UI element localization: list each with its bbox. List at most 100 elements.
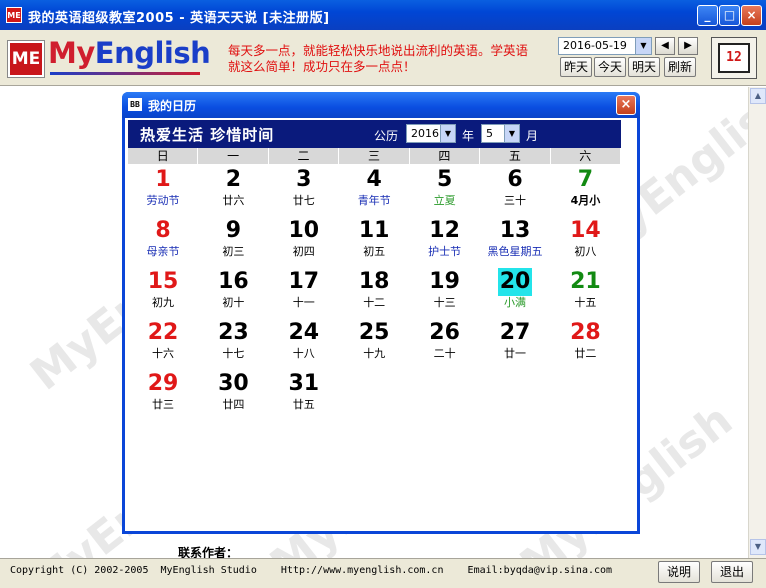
scroll-down-icon[interactable]: ▼ (750, 539, 766, 555)
calendar-day-cell[interactable]: 22 十六 (128, 319, 198, 369)
calendar-day-cell[interactable]: 6 三十 (480, 166, 550, 216)
lunar-label: 初十 (222, 296, 245, 309)
calendar-day-cell[interactable]: 18 十二 (339, 268, 409, 318)
day-number: 28 (570, 320, 601, 345)
chevron-down-icon[interactable]: ▼ (504, 125, 519, 142)
refresh-button[interactable]: 刷新 (664, 57, 696, 77)
yesterday-button[interactable]: 昨天 (560, 57, 592, 77)
next-day-button[interactable]: ▶ (678, 37, 698, 55)
calendar-day-cell[interactable]: 14 初八 (550, 217, 620, 267)
tomorrow-button[interactable]: 明天 (628, 57, 660, 77)
weekday-header: 日 一 二 三 四 五 六 (128, 148, 621, 164)
calendar-day-cell[interactable]: 27 廿一 (480, 319, 550, 369)
calendar-day-cell[interactable]: 20 小满 (480, 268, 550, 318)
gregorian-label: 公历 (374, 129, 399, 143)
chevron-down-icon[interactable]: ▼ (440, 125, 455, 142)
date-picker[interactable]: 2016-05-19 ▼ (558, 37, 652, 55)
date-value: 2016-05-19 (563, 39, 627, 52)
calendar-day-cell[interactable]: 17 十一 (269, 268, 339, 318)
year-select[interactable]: 2016 ▼ (406, 124, 456, 143)
calendar-day-cell[interactable]: 19 十三 (410, 268, 480, 318)
day-number: 24 (288, 320, 320, 345)
calendar-day-cell[interactable]: 31 廿五 (269, 370, 339, 420)
today-button[interactable]: 今天 (594, 57, 626, 77)
lunar-label: 廿六 (222, 194, 245, 207)
calendar-day-cell[interactable]: 1 劳动节 (128, 166, 198, 216)
calendar-day-cell[interactable]: 5 立夏 (410, 166, 480, 216)
day-number: 10 (288, 218, 320, 243)
calendar-day-cell[interactable]: 11 初五 (339, 217, 409, 267)
logo-text: MyEnglish (48, 36, 211, 70)
lunar-label: 廿二 (574, 347, 597, 360)
calendar-day-cell[interactable]: 4 青年节 (339, 166, 409, 216)
lunar-label: 4月小 (570, 194, 601, 207)
calendar-day-cell[interactable]: 28 廿二 (550, 319, 620, 369)
day-number: 26 (429, 320, 460, 345)
lunar-label: 小满 (504, 296, 526, 309)
year-value: 2016 (411, 127, 439, 140)
weekday-tue: 二 (269, 148, 340, 164)
lunar-label: 廿七 (292, 194, 315, 207)
day-number: 14 (570, 218, 601, 243)
logo-underline (50, 72, 200, 75)
calendar-title: 我的日历 (148, 99, 197, 113)
minimize-button[interactable]: _ (697, 5, 718, 26)
calendar-icon: BB (128, 98, 142, 111)
lunar-label: 立夏 (433, 194, 456, 207)
calendar-day-cell[interactable]: 9 初三 (198, 217, 268, 267)
calendar-day-cell[interactable]: 21 十五 (550, 268, 620, 318)
calendar-body: 热爱生活 珍惜时间 公历 2016 ▼ 年 5 ▼ 月 日 一 二 三 四 五 … (125, 118, 637, 531)
lunar-label: 护士节 (428, 245, 462, 258)
lunar-label: 十一 (292, 296, 315, 309)
close-button[interactable]: × (741, 5, 762, 26)
calendar-day-cell[interactable]: 16 初十 (198, 268, 268, 318)
maximize-button[interactable]: □ (719, 5, 740, 26)
exit-button[interactable]: 退出 (711, 561, 753, 583)
vertical-scrollbar[interactable]: ▲ ▼ (748, 87, 766, 558)
chevron-down-icon[interactable]: ▼ (635, 38, 651, 54)
calendar-day-cell[interactable]: 2 廿六 (198, 166, 268, 216)
prev-day-button[interactable]: ◀ (655, 37, 675, 55)
logo-my: My (48, 36, 95, 70)
lunar-label: 黑色星期五 (487, 245, 543, 258)
calendar-book-button[interactable]: 12 (711, 37, 757, 79)
calendar-day-cell[interactable]: 10 初四 (269, 217, 339, 267)
calendar-day-cell[interactable]: 13 黑色星期五 (480, 217, 550, 267)
lunar-label: 十三 (433, 296, 456, 309)
logo-english: English (94, 36, 211, 70)
day-number: 21 (570, 269, 601, 294)
day-number: 29 (147, 371, 179, 396)
help-button[interactable]: 说明 (658, 561, 700, 583)
lunar-label: 廿三 (152, 398, 174, 411)
calendar-day-cell[interactable]: 24 十八 (269, 319, 339, 369)
day-number: 3 (296, 167, 312, 192)
status-bar: Copyright (C) 2002-2005 MyEnglish Studio… (0, 558, 766, 588)
lunar-label: 十八 (292, 347, 315, 360)
day-number: 20 (497, 268, 533, 296)
calendar-day-cell[interactable]: 15 初九 (128, 268, 198, 318)
calendar-day-cell[interactable]: 12 护士节 (410, 217, 480, 267)
calendar-day-cell[interactable]: 25 十九 (339, 319, 409, 369)
calendar-day-cell[interactable]: 30 廿四 (198, 370, 268, 420)
lunar-label: 青年节 (357, 194, 391, 207)
day-number: 25 (358, 320, 390, 345)
month-select[interactable]: 5 ▼ (481, 124, 520, 143)
calendar-day-cell[interactable]: 23 十七 (198, 319, 268, 369)
calendar-day-cell[interactable]: 8 母亲节 (128, 217, 198, 267)
scroll-up-icon[interactable]: ▲ (750, 88, 766, 104)
day-number: 30 (218, 371, 249, 396)
calendar-day-cell[interactable]: 29 廿三 (128, 370, 198, 420)
lunar-label: 初三 (222, 245, 245, 258)
app-icon[interactable]: ME (6, 7, 22, 23)
calendar-day-cell[interactable]: 3 廿七 (269, 166, 339, 216)
calendar-day-cell[interactable]: 7 4月小 (550, 166, 620, 216)
calendar-day-cell[interactable]: 26 二十 (410, 319, 480, 369)
slogan: 每天多一点，就能轻松快乐地说出流利的英语。学英语就这么简单！成功只在多一点点！ (228, 43, 529, 74)
logo-badge: ME (7, 40, 45, 78)
weekday-wed: 三 (339, 148, 410, 164)
lunar-label: 十九 (363, 347, 386, 360)
calendar-close-button[interactable]: × (616, 95, 636, 115)
year-label: 年 (462, 129, 475, 143)
day-number: 1 (155, 167, 171, 192)
lunar-label: 廿一 (504, 347, 526, 360)
